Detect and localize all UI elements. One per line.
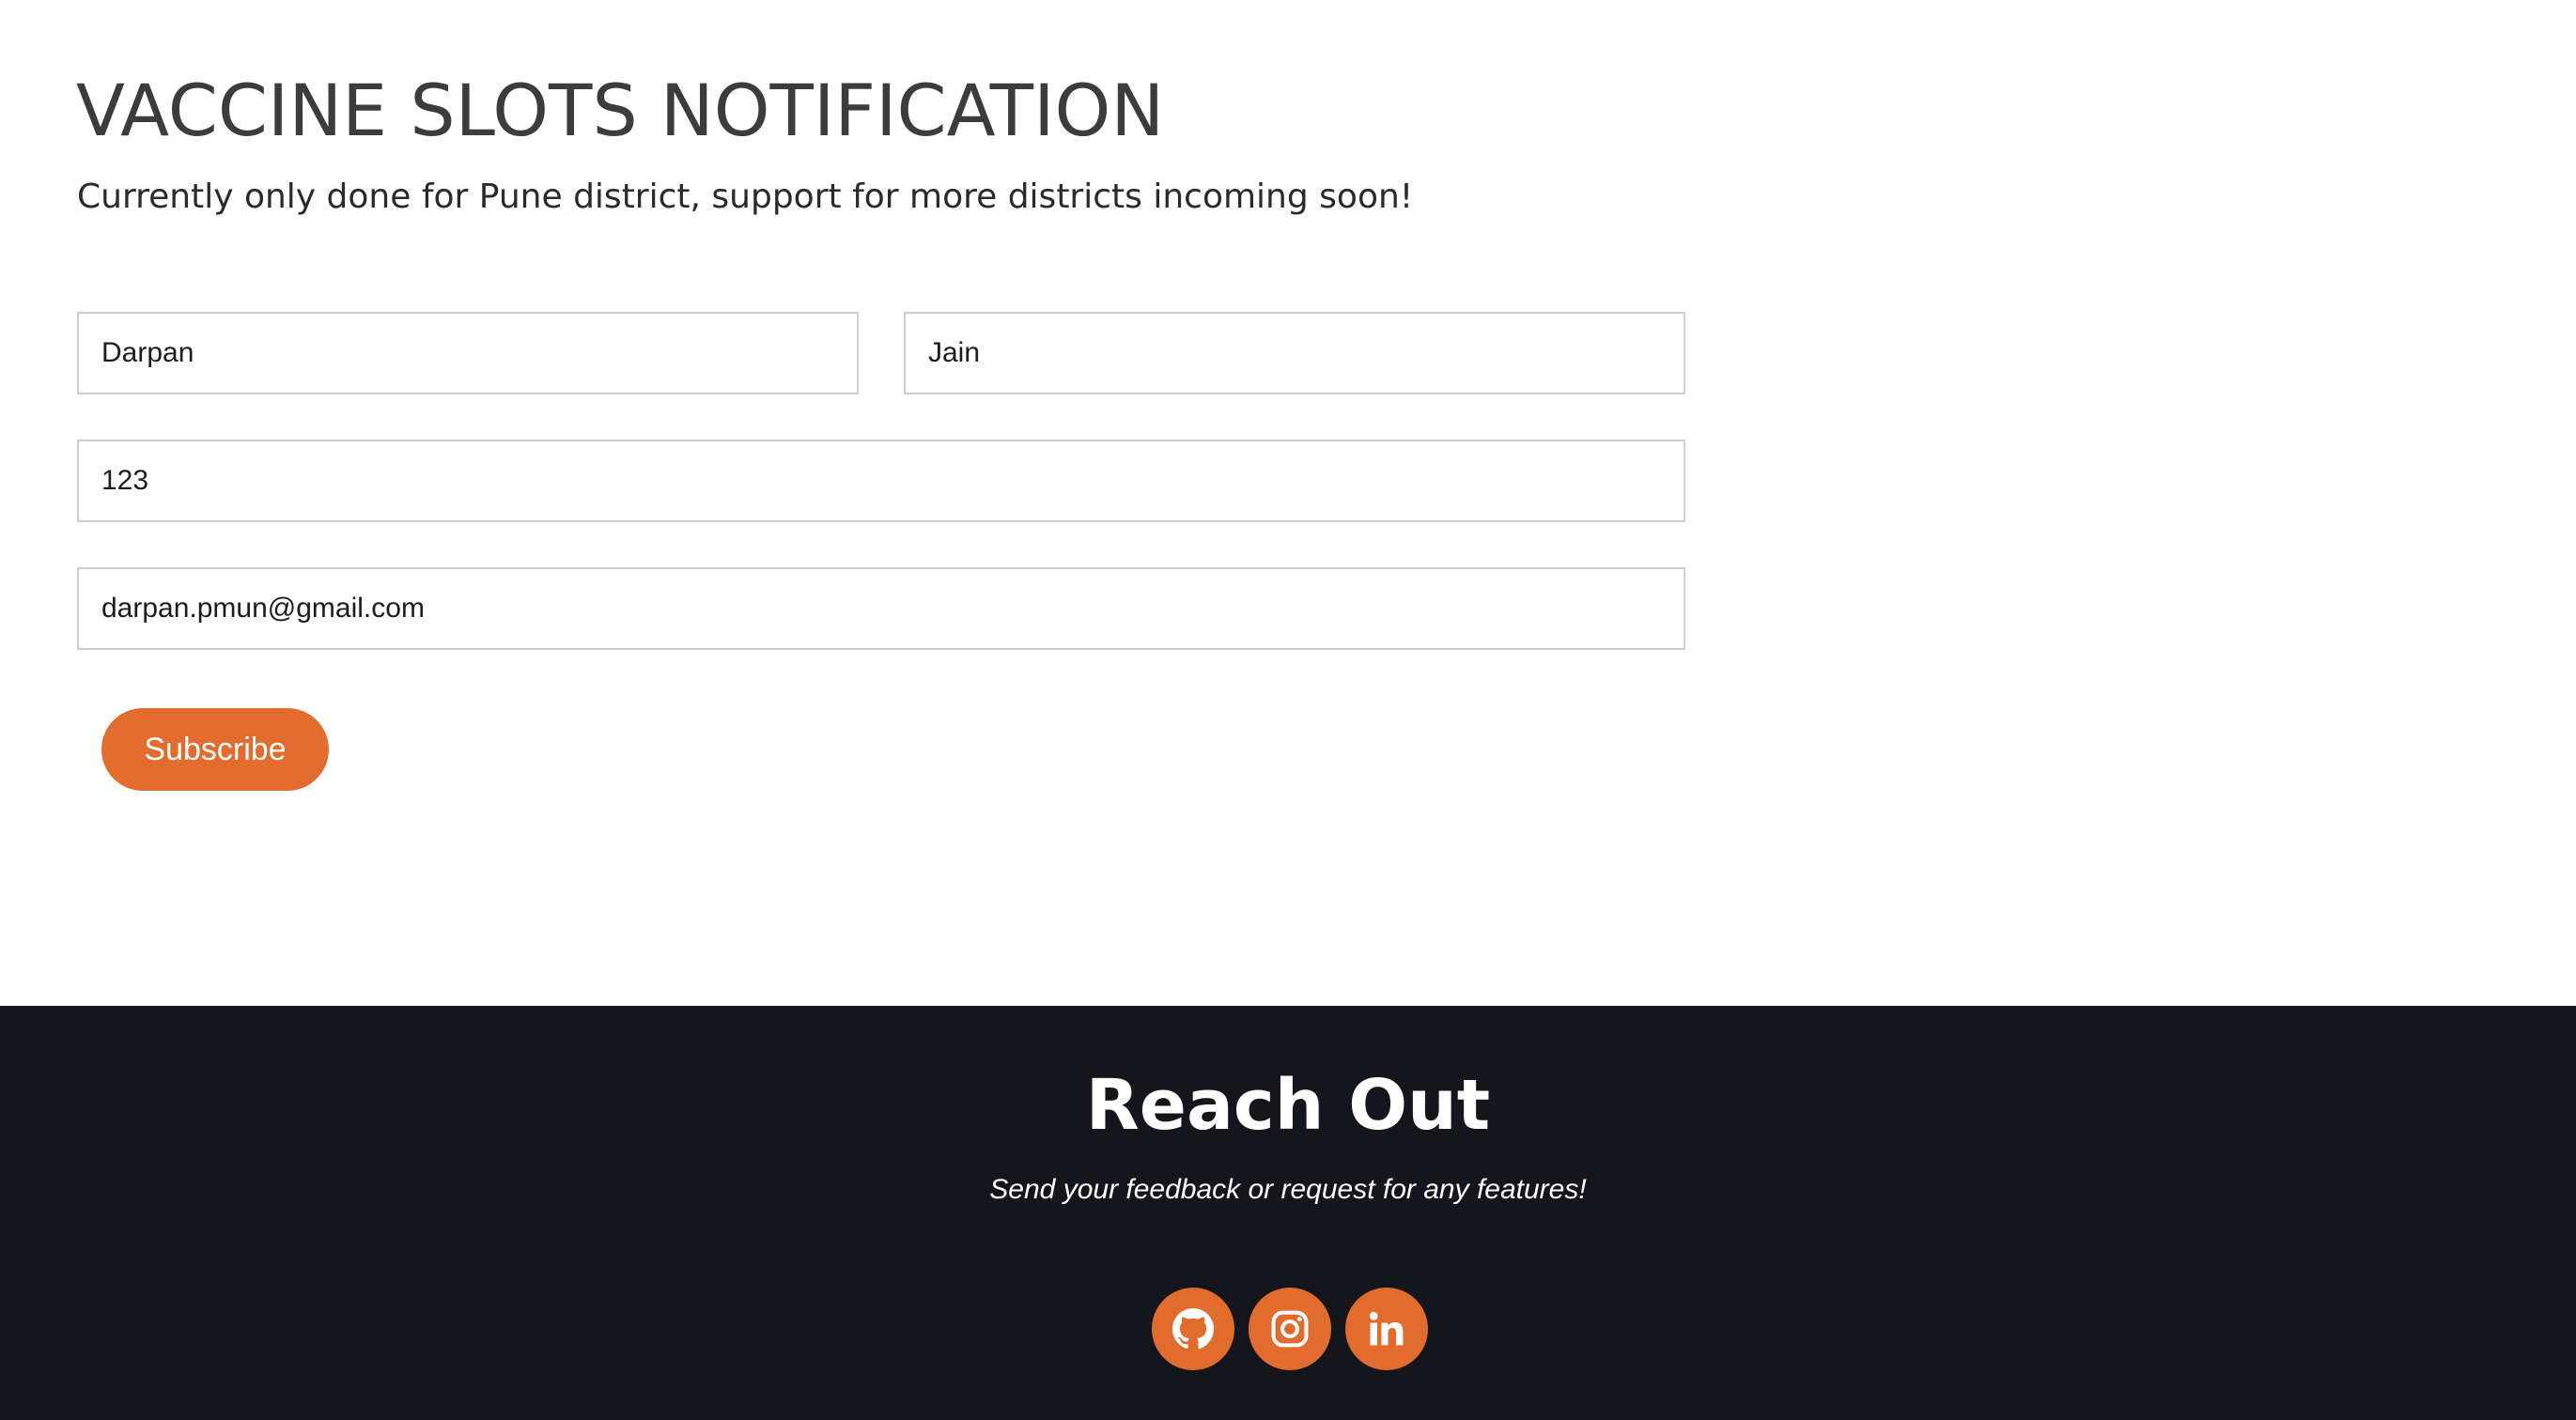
- linkedin-icon: [1369, 1311, 1404, 1346]
- email-input[interactable]: [77, 567, 1685, 650]
- footer-title: Reach Out: [1085, 1065, 1491, 1146]
- page-subtitle: Currently only done for Pune district, s…: [77, 178, 1414, 216]
- main-section: VACCINE SLOTS NOTIFICATION Currently onl…: [0, 0, 2576, 1006]
- footer: Reach Out Send your feedback or request …: [0, 1006, 2576, 1420]
- footer-subtitle: Send your feedback or request for any fe…: [989, 1174, 1587, 1205]
- page-title: VACCINE SLOTS NOTIFICATION: [76, 69, 1165, 152]
- instagram-icon: [1271, 1310, 1309, 1348]
- last-name-input[interactable]: [904, 312, 1685, 394]
- github-icon: [1172, 1307, 1215, 1350]
- github-link[interactable]: [1152, 1288, 1234, 1370]
- subscribe-button[interactable]: Subscribe: [101, 708, 329, 791]
- pincode-input[interactable]: [77, 440, 1685, 522]
- social-links: [1152, 1288, 1428, 1370]
- linkedin-link[interactable]: [1345, 1288, 1428, 1370]
- first-name-input[interactable]: [77, 312, 859, 394]
- instagram-link[interactable]: [1249, 1288, 1331, 1370]
